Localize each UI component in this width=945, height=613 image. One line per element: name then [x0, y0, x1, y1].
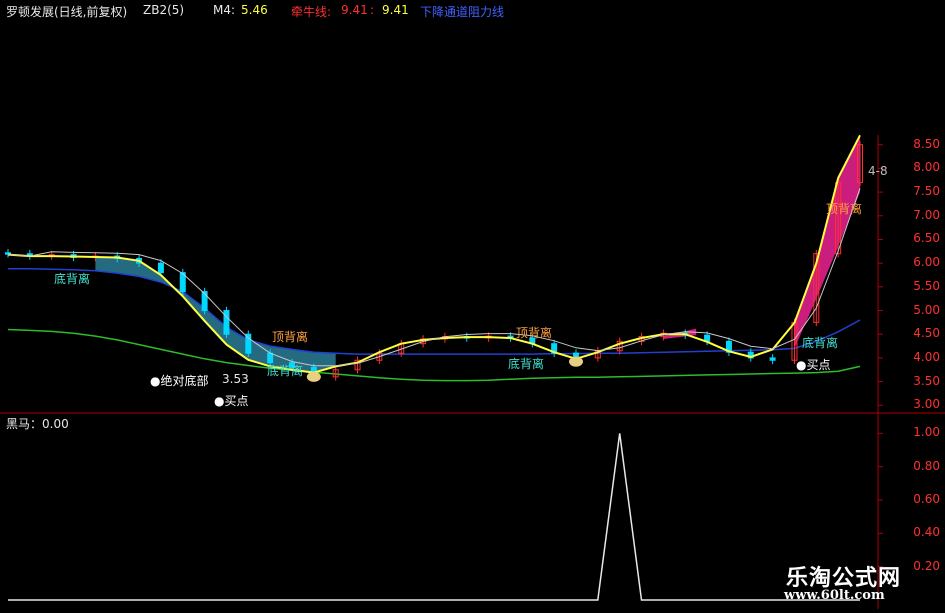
- corner-tag: 4-8: [868, 164, 888, 178]
- m4-label: M4:: [213, 3, 236, 17]
- niuniu-value-2: 9.41: [382, 3, 409, 17]
- stock-chart-window: 罗顿发展(日线,前复权) ZB2(5) M4: 5.46 牵牛线: 9.41 :…: [0, 0, 945, 609]
- secondary-ma-line: [7, 188, 861, 367]
- candle-body: [157, 262, 164, 274]
- price-tick-label: 6.00: [913, 255, 940, 270]
- sub-tick-label: 1.00: [913, 425, 940, 440]
- candle-body: [245, 333, 252, 354]
- absolute-bottom-label: ●绝对底部: [150, 374, 209, 388]
- price-tick-label: 7.50: [913, 184, 940, 199]
- candle-body: [223, 310, 230, 335]
- price-tick-label: 6.50: [913, 231, 940, 246]
- indicator-name: ZB2(5): [143, 3, 185, 17]
- top-divergence-label-3: 顶背离: [826, 202, 863, 216]
- price-tick-label: 8.50: [913, 136, 940, 151]
- bottom-divergence-label-1: 底背离: [54, 272, 91, 286]
- surge-band-fill: [794, 135, 860, 349]
- top-divergence-label-2: 顶背离: [516, 326, 553, 340]
- niuniu-line: [7, 328, 861, 382]
- price-and-indicator-chart[interactable]: [0, 0, 945, 609]
- bottom-divergence-label-4: 底背离: [802, 336, 839, 350]
- sub-tick-label: 0.40: [913, 525, 940, 540]
- top-divergence-label-1: 顶背离: [272, 330, 309, 344]
- candle-body: [769, 357, 776, 361]
- watermark-url: www.60lt.com: [784, 588, 885, 603]
- stock-title: 罗顿发展(日线,前复权): [6, 5, 128, 19]
- niuniu-sep: :: [370, 3, 375, 17]
- price-tick-label: 3.50: [913, 373, 940, 388]
- bottom-divergence-label-3: 底背离: [508, 357, 545, 371]
- signal-marker: [569, 356, 583, 367]
- niuniu-value-1: 9.41: [341, 3, 368, 17]
- price-tick-label: 5.50: [913, 278, 940, 293]
- price-tick-label: 5.00: [913, 302, 940, 317]
- m4-value: 5.46: [241, 3, 268, 17]
- channel-resistance-line: [8, 268, 861, 355]
- price-tick-label: 3.00: [913, 397, 940, 412]
- price-tick-label: 7.00: [913, 207, 940, 222]
- sub-tick-label: 0.20: [913, 558, 940, 573]
- bottom-divergence-label-2: 底背离: [267, 364, 304, 378]
- buy-point-label-2: ●买点: [796, 358, 831, 372]
- buy-point-label-1: ●买点: [214, 394, 249, 408]
- price-tick-label: 4.50: [913, 326, 940, 341]
- price-tick-label: 8.00: [913, 160, 940, 175]
- channel-line-label: 下降通道阻力线: [420, 5, 505, 19]
- low-price-annotation: 3.53: [222, 372, 249, 386]
- decline-band-fill: [95, 257, 336, 373]
- sub-tick-label: 0.60: [913, 492, 940, 506]
- black-horse-line: [8, 433, 860, 601]
- sub-panel-label: 黑马：0.00: [6, 417, 69, 431]
- niuniu-label: 牵牛线:: [291, 5, 332, 19]
- price-tick-label: 4.00: [913, 349, 940, 364]
- candle-body: [201, 291, 208, 312]
- sub-tick-label: 0.80: [913, 458, 940, 473]
- signal-marker: [306, 371, 321, 382]
